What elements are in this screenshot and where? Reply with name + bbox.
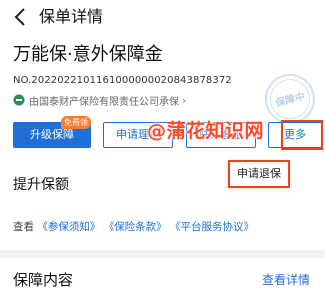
notice-link[interactable]: 《参保须知》 [37,221,100,233]
nav-bar: 保单详情 [0,0,325,34]
coverage-section: 保障内容 查看详情 [0,258,325,300]
back-arrow-icon[interactable] [10,6,32,28]
policy-number: NO.2022022101161000000020843878372 [13,75,232,86]
refund-menu-item[interactable]: 申请退保 [228,160,290,188]
policy-card: 万能保·意外保障金 NO.202202210116100000002084387… [0,34,325,250]
terms-link[interactable]: 《保险条款》 [104,221,167,233]
documents-prefix: 查看 [13,221,34,233]
watermark: @蒲花知识网 [147,120,265,142]
chevron-right-icon: › [182,93,187,107]
more-highlight-box [281,120,323,150]
free-badge: 免费领 [61,116,91,129]
policy-name: 万能保·意外保障金 [13,44,163,65]
insurer-link[interactable]: 由国泰财产保险有限责任公司承保 › [13,93,187,108]
platform-agreement-link[interactable]: 《平台服务协议》 [170,221,254,233]
insurer-logo-icon [13,94,25,106]
upgrade-section-title: 提升保额 [13,177,69,193]
insurer-name: 由国泰财产保险有限责任公司承保 [29,96,179,108]
page-title: 保单详情 [39,7,104,26]
view-details-link[interactable]: 查看详情 [262,272,310,288]
documents-line: 查看 《参保须知》 《保险条款》 《平台服务协议》 [13,219,254,235]
coverage-title: 保障内容 [13,271,74,289]
